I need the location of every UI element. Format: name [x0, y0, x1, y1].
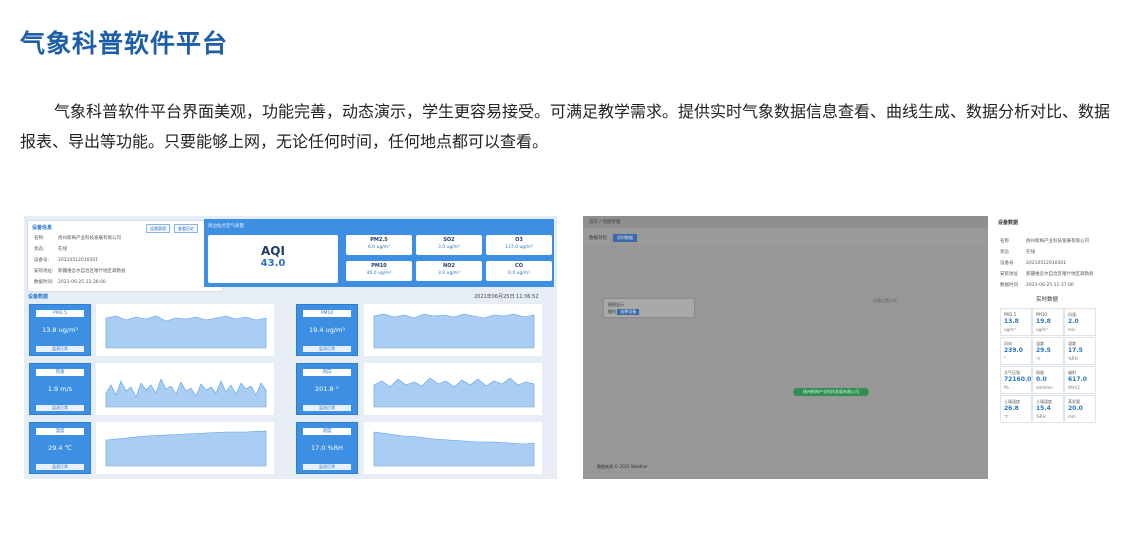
trend-area-svg: [105, 378, 267, 408]
monitor-datetime: 2021年06月25日 11:36:52: [474, 294, 539, 300]
select-device-button[interactable]: 选择设备: [617, 309, 640, 315]
pollutant-card: PM10 40.0 ug/m³: [346, 261, 412, 281]
device-row: 名称: 扬州新梅产业科技发展有限公司: [34, 236, 121, 241]
pollutant-card: SO2 3.0 ug/m³: [416, 235, 482, 255]
monitor-header: 设备数据: [28, 294, 49, 300]
station-marker-button[interactable]: 扬州新梅产业科技发展有限公司: [793, 388, 869, 396]
realtime-cell: 蒸发量 20.0 mm: [1064, 395, 1096, 423]
trend-chart: [96, 363, 274, 415]
device-row: 安装地址 新疆维吾尔自治区喀什地区疏勒县: [1000, 272, 1094, 277]
top-bar: 首页 / 地图管理: [583, 216, 988, 228]
device-data-panel: 设备数据 名称 扬州新梅产业科技发展有限公司 状态 在线 设备号 2021051201…: [988, 216, 1106, 479]
map-footnote: 数据来源 © 2021 Weather: [597, 464, 648, 469]
trend-area-svg: [373, 431, 535, 467]
tab-row: 数据对比 实时数据: [583, 234, 988, 243]
realtime-cell: PM2.5 13.8 ug/m³: [1000, 308, 1032, 336]
realtime-cell: 雨量 0.0 mm/min: [1032, 366, 1064, 394]
realtime-cell: 大气压强 72160.0 Pa: [1000, 366, 1032, 394]
air-quality-panel: 周边站点空气质量 AQI 43.0 PM2.5 6.0 ug/m³ SO2 3.0 …: [204, 219, 554, 287]
breadcrumb: 首页 / 地图管理: [589, 220, 621, 225]
history-button[interactable]: 查看历史: [174, 224, 198, 233]
trend-area-svg: [373, 313, 535, 349]
trend-chart: [96, 422, 274, 474]
device-row: 状态: 在线: [34, 247, 67, 252]
aqi-label: AQI: [261, 244, 285, 258]
pollutant-card: O3 137.0 ug/m³: [486, 235, 552, 255]
metric-card-humidity[interactable]: 湿度 17.0 %RH 监测正常: [296, 422, 358, 474]
device-row: 数据时间 2021-06-25 11:37:00: [1000, 283, 1074, 288]
aqi-value: 43.0: [260, 258, 286, 269]
trend-area-svg: [105, 315, 267, 349]
device-row: 设备号: 20210512010301: [34, 258, 99, 263]
pollutant-card: PM2.5 6.0 ug/m³: [346, 235, 412, 255]
legend-operation: 操作 选择设备: [608, 309, 640, 315]
metric-card-wind-speed[interactable]: 风速 1.9 m/s 监测正常: [29, 363, 91, 415]
device-info-header: 设备信息: [32, 225, 53, 231]
realtime-cell: 风速 2.0 m/s: [1064, 308, 1096, 336]
realtime-cell: 土壤湿度 15.4 %RH: [1032, 395, 1064, 423]
map-area[interactable]: 设备位置分布 图例显示 操作 选择设备 扬州新梅产业科技发展有限公司: [583, 246, 988, 479]
realtime-cell: PM10 19.8 ug/m³: [1032, 308, 1064, 336]
realtime-cell: 辐射 617.0 W/m2: [1064, 366, 1096, 394]
trend-chart: [364, 363, 542, 415]
trend-chart: [364, 422, 542, 474]
tab-compare[interactable]: 数据对比: [589, 235, 607, 241]
legend-box: 图例显示 操作 选择设备: [603, 298, 695, 318]
metric-card-temperature[interactable]: 温度 29.4 ℃ 监测正常: [29, 422, 91, 474]
device-row: 状态 在线: [1000, 250, 1035, 255]
device-row: 数据时间: 2021-06-25 11:36:00: [34, 280, 106, 285]
tab-realtime[interactable]: 实时数据: [613, 234, 637, 242]
trend-area-svg: [373, 377, 535, 408]
device-row: 安装地址: 新疆维吾尔自治区喀什地区疏勒县: [34, 269, 126, 274]
intro-paragraph: 气象科普软件平台界面美观，功能完善，动态演示，学生更容易接受。可满足教学需求。提…: [20, 102, 1111, 151]
legend-title: 图例显示: [608, 302, 624, 307]
device-row: 设备号 20210512010301: [1000, 261, 1067, 266]
realtime-cell: 风向 239.0 °: [1000, 337, 1032, 365]
realtime-cell: 湿度 17.5 %RH: [1064, 337, 1096, 365]
realtime-cell: 土壤温度 26.8 ℃: [1000, 395, 1032, 423]
device-info-panel: 设备信息 运维管理 查看历史 名称: 扬州新梅产业科技发展有限公司 状态: 在线 设…: [27, 220, 223, 292]
pollutant-card: NO2 3.0 ug/m³: [416, 261, 482, 281]
device-data-header: 设备数据: [998, 220, 1019, 226]
map-label: 设备位置分布: [873, 298, 897, 303]
air-quality-header: 周边站点空气质量: [208, 224, 244, 229]
page-title: 气象科普软件平台: [20, 29, 229, 58]
metric-card-pm25[interactable]: PM2.5 13.8 ug/m³ 监测正常: [29, 304, 91, 356]
dashboard-screenshot: 设备信息 运维管理 查看历史 名称: 扬州新梅产业科技发展有限公司 状态: 在线 设…: [24, 216, 557, 479]
metric-card-wind-direction[interactable]: 风向 201.8 ° 监测正常: [296, 363, 358, 415]
device-row: 名称 扬州新梅产业科技发展有限公司: [1000, 239, 1089, 244]
maintenance-button[interactable]: 运维管理: [146, 224, 170, 233]
trend-chart: [364, 304, 542, 356]
aqi-card: AQI 43.0: [208, 235, 338, 283]
pollutant-card: CO 0.4 ug/m³: [486, 261, 552, 281]
realtime-cell: 温度 29.5 ℃: [1032, 337, 1064, 365]
realtime-title: 实时数据: [1035, 297, 1058, 303]
map-screenshot: 首页 / 地图管理 数据对比 实时数据 设备位置分布 图例显示 操作 选择设备 …: [583, 216, 1106, 479]
metric-card-pm10[interactable]: PM10 19.4 ug/m³ 监测正常: [296, 304, 358, 356]
trend-chart: [96, 304, 274, 356]
trend-area-svg: [105, 430, 267, 467]
